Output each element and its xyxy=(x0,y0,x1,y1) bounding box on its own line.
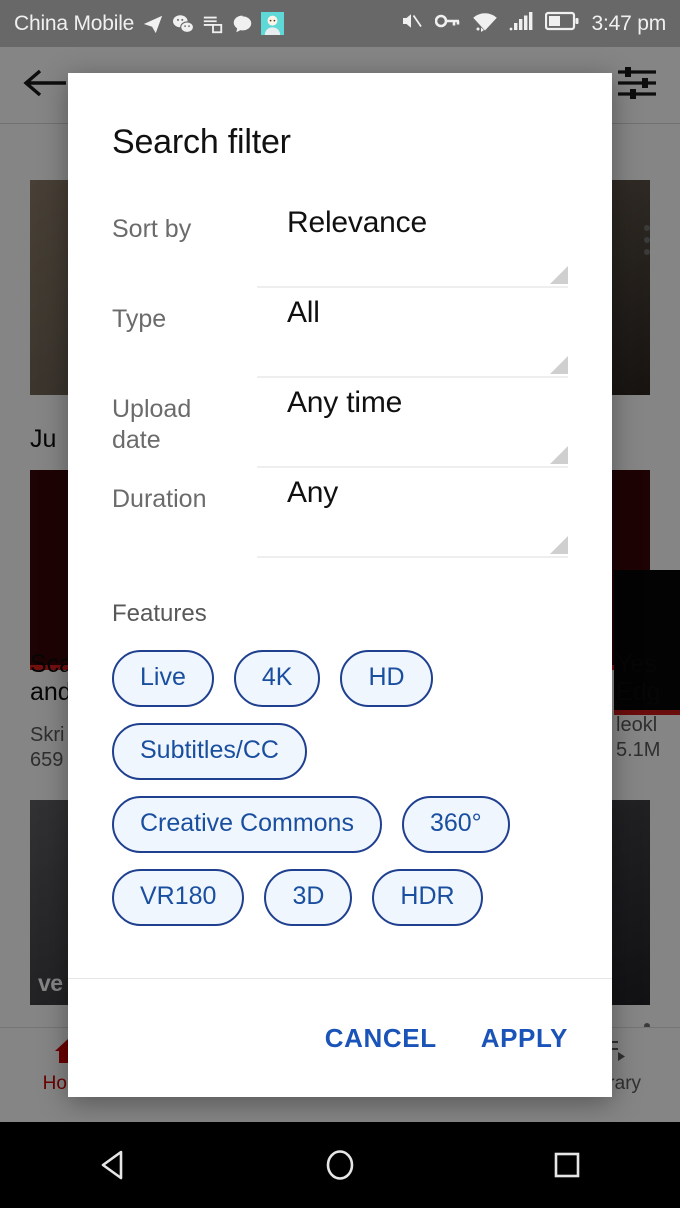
filter-label: Type xyxy=(112,305,167,333)
duration-value: Any xyxy=(287,476,339,509)
vpn-key-icon xyxy=(434,12,461,35)
features-label: Features xyxy=(112,600,207,627)
search-filter-dialog: Search filter Sort by Relevance Type All xyxy=(68,73,612,1097)
feature-chip-3d[interactable]: 3D xyxy=(264,869,353,926)
cellular-signal-icon xyxy=(509,11,534,36)
type-spinner[interactable]: All xyxy=(257,292,568,378)
cancel-button[interactable]: CANCEL xyxy=(325,1023,437,1054)
filter-label: Duration xyxy=(112,485,207,513)
feature-chip-360[interactable]: 360° xyxy=(401,796,510,853)
feature-chip-4k[interactable]: 4K xyxy=(233,650,321,707)
filter-row-upload-date: Upload date Any time xyxy=(112,382,568,472)
spinner-dropdown-icon xyxy=(550,536,568,554)
feature-chip-creative-commons[interactable]: Creative Commons xyxy=(112,796,382,853)
clock-label: 3:47 pm xyxy=(591,11,667,35)
feature-chip-hdr[interactable]: HDR xyxy=(372,869,483,926)
dialog-title: Search filter xyxy=(112,123,291,161)
feature-chip-group: Live 4K HD Subtitles/CC Creative Commons… xyxy=(112,650,512,926)
filter-row-sort-by: Sort by Relevance xyxy=(112,202,568,292)
nav-back-triangle-icon[interactable] xyxy=(68,1135,158,1195)
feature-chip-hd[interactable]: HD xyxy=(340,650,433,707)
telegram-icon xyxy=(141,12,164,35)
wifi-icon xyxy=(472,11,498,37)
duration-spinner[interactable]: Any xyxy=(257,472,568,558)
nav-recents-square-icon[interactable] xyxy=(522,1135,612,1195)
dialog-body: Sort by Relevance Type All Upload date A… xyxy=(68,162,612,978)
apply-button[interactable]: APPLY xyxy=(481,1023,568,1054)
filter-label: Upload date xyxy=(112,395,192,454)
sort-by-spinner[interactable]: Relevance xyxy=(257,202,568,288)
nav-home-circle-icon[interactable] xyxy=(295,1135,385,1195)
filter-rows: Sort by Relevance Type All Upload date A… xyxy=(112,202,568,562)
upload-date-value: Any time xyxy=(287,386,403,419)
upload-date-spinner[interactable]: Any time xyxy=(257,382,568,468)
spinner-dropdown-icon xyxy=(550,356,568,374)
spinner-dropdown-icon xyxy=(550,266,568,284)
status-bar-right: 3:47 pm xyxy=(400,10,666,37)
status-bar-left: China Mobile xyxy=(14,12,400,36)
carrier-label: China Mobile xyxy=(14,11,135,35)
features-section: Features Live 4K HD Subtitles/CC Creativ… xyxy=(112,600,568,926)
sort-by-value: Relevance xyxy=(287,206,427,239)
battery-icon xyxy=(544,11,579,36)
status-bar: China Mobile 3:47 pm xyxy=(0,0,680,47)
spinner-dropdown-icon xyxy=(550,446,568,464)
chat-bubble-icon xyxy=(231,12,254,35)
filter-row-type: Type All xyxy=(112,292,568,382)
filter-label: Sort by xyxy=(112,215,192,243)
messages-stack-icon xyxy=(201,12,224,35)
feature-chip-subtitles-cc[interactable]: Subtitles/CC xyxy=(112,723,307,780)
filter-row-duration: Duration Any xyxy=(112,472,568,562)
wechat-icon xyxy=(171,12,194,35)
dialog-actions: CANCEL APPLY xyxy=(68,979,612,1097)
screen: China Mobile 3:47 pm Ju Sca and Skri 659… xyxy=(0,0,680,1208)
feature-chip-live[interactable]: Live xyxy=(112,650,214,707)
avatar-icon xyxy=(261,12,285,35)
feature-chip-vr180[interactable]: VR180 xyxy=(112,869,245,926)
system-navigation-bar xyxy=(0,1122,680,1208)
mute-icon xyxy=(400,10,424,37)
type-value: All xyxy=(287,296,320,329)
